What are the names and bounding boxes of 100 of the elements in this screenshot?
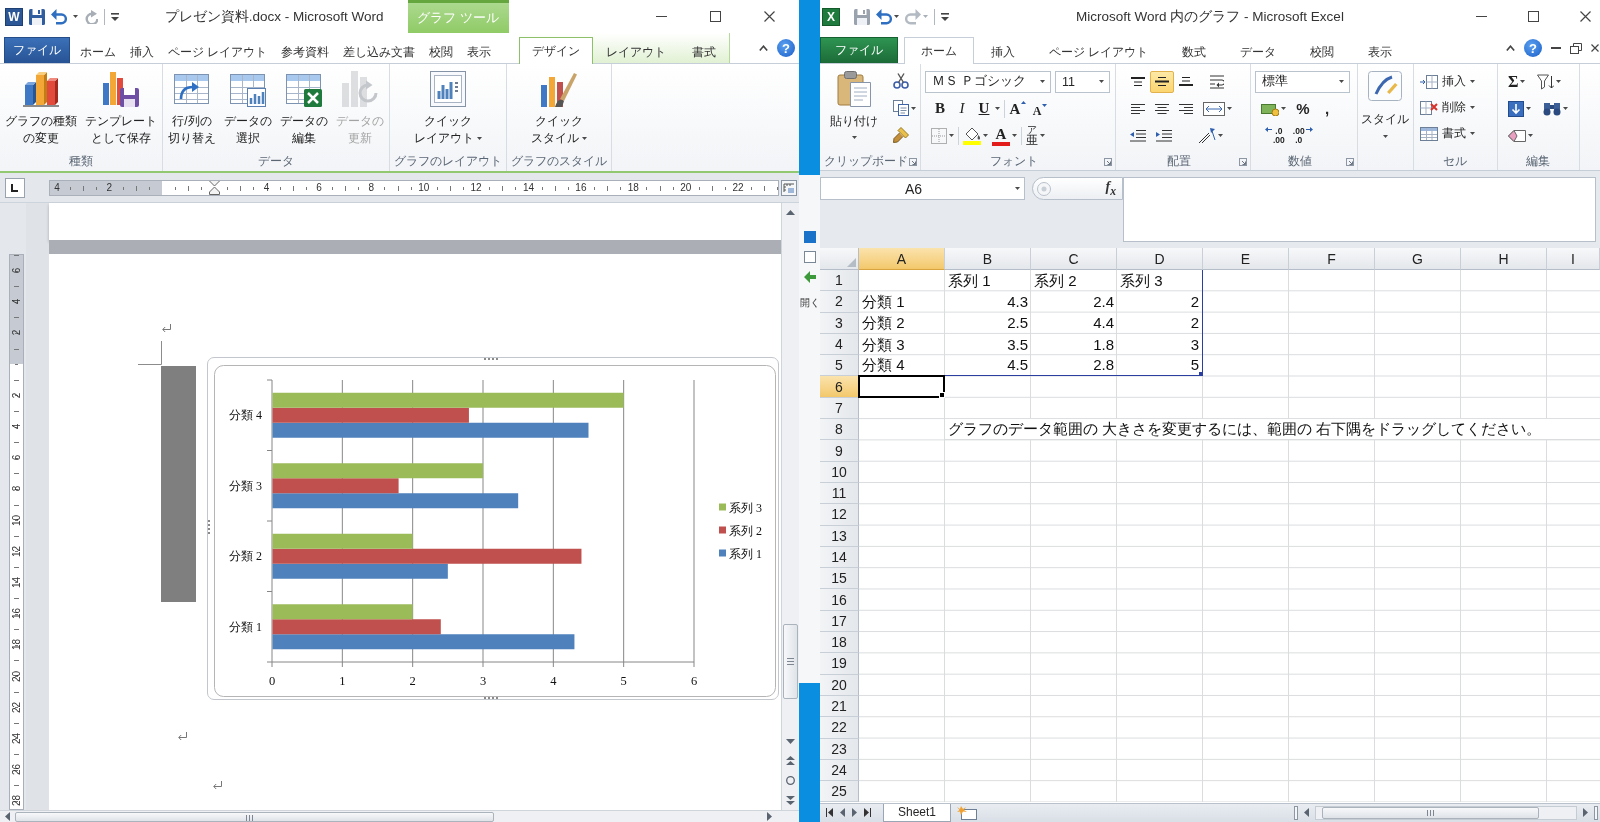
row-header[interactable]: 16	[820, 589, 859, 611]
caret-icon[interactable]	[1470, 80, 1475, 83]
scroll-down-icon[interactable]	[786, 738, 795, 744]
row-header[interactable]: 3	[820, 312, 859, 334]
scissors-icon[interactable]	[893, 73, 909, 89]
ribbon-tab[interactable]: ホーム	[904, 37, 974, 64]
caret-icon[interactable]	[1218, 134, 1223, 137]
insert-function-button[interactable]: f$_{x}$	[1105, 179, 1116, 198]
fill-handle-icon[interactable]	[939, 391, 945, 398]
ribbon-button[interactable]: クイック レイアウト	[411, 71, 485, 147]
underline-button[interactable]: U	[975, 97, 993, 120]
resize-handle-icon[interactable]	[484, 697, 498, 699]
caret-icon[interactable]	[1382, 135, 1388, 138]
row-header[interactable]: 22	[820, 717, 859, 739]
wrap-text-icon[interactable]	[1210, 74, 1224, 89]
ribbon-tab[interactable]: デザイン	[519, 37, 593, 64]
caret-icon[interactable]	[1040, 80, 1045, 83]
scroll-up-icon[interactable]	[786, 209, 795, 215]
text-orientation-icon[interactable]	[1198, 127, 1216, 144]
dialog-launcher-icon[interactable]	[1346, 157, 1354, 166]
grow-font-button[interactable]: A	[1009, 97, 1027, 120]
chart-frame[interactable]: 分類 4 分類 3 分類 2 分類 1 0 1 2 3 4 5 6 系列 3 系列 2 系列 1	[207, 357, 779, 700]
caret-icon[interactable]	[477, 137, 482, 140]
row-header[interactable]: 17	[820, 610, 859, 633]
row-header[interactable]: 13	[820, 525, 859, 547]
horizontal-scrollbar[interactable]	[1315, 805, 1577, 820]
caret-icon[interactable]	[894, 15, 899, 18]
currency-icon[interactable]	[1261, 101, 1279, 116]
scrollbar-thumb[interactable]	[1322, 806, 1539, 819]
font-size-dropdown[interactable]: 11	[1055, 70, 1110, 93]
increase-decimal-button[interactable]: .0 .00	[1265, 126, 1285, 145]
increase-indent-icon[interactable]	[1156, 129, 1172, 142]
split-handle-icon[interactable]	[1594, 805, 1598, 820]
minimize-icon[interactable]	[1476, 15, 1487, 18]
shrink-font-button[interactable]: A	[1031, 97, 1049, 120]
caret-icon[interactable]	[1470, 132, 1475, 135]
row-header[interactable]: 8	[820, 419, 859, 441]
close-icon[interactable]	[1580, 11, 1591, 22]
ribbon-button[interactable]: データの 編集	[277, 71, 331, 147]
row-header[interactable]: 24	[820, 759, 859, 782]
caret-icon[interactable]	[1012, 134, 1017, 137]
row-header[interactable]: 14	[820, 546, 859, 569]
align-center-icon[interactable]	[1155, 103, 1169, 114]
ribbon-button[interactable]: クイック スタイル	[528, 71, 590, 147]
eraser-icon[interactable]	[1508, 129, 1526, 142]
paint-bucket-icon[interactable]	[963, 126, 981, 145]
undo-icon[interactable]	[876, 8, 892, 25]
ribbon-button[interactable]: データの 選択	[221, 71, 275, 147]
caret-icon[interactable]	[582, 137, 587, 140]
column-header[interactable]: H	[1461, 248, 1547, 270]
caret-icon[interactable]	[1227, 107, 1232, 110]
ribbon-tab[interactable]: 数式	[1165, 39, 1224, 64]
column-header[interactable]: A	[859, 248, 945, 270]
maximize-icon[interactable]	[1528, 11, 1539, 22]
ribbon-tab[interactable]: 参考資料	[274, 39, 337, 64]
sum-button[interactable]: Σ	[1508, 72, 1519, 91]
caret-icon[interactable]	[1556, 80, 1562, 83]
view-ruler-icon[interactable]	[781, 179, 797, 196]
row-header[interactable]: 5	[820, 355, 859, 377]
caret-icon[interactable]	[73, 15, 78, 18]
customize-icon[interactable]	[111, 12, 119, 21]
chevron-up-icon[interactable]	[1506, 45, 1515, 51]
row-header[interactable]: 2	[820, 291, 859, 313]
align-right-icon[interactable]	[1179, 103, 1193, 114]
align-left-icon[interactable]	[1131, 103, 1145, 114]
row-header[interactable]: 9	[820, 440, 859, 462]
binoculars-icon[interactable]	[1543, 101, 1561, 116]
ribbon-tab[interactable]: 書式	[679, 39, 729, 64]
italic-button[interactable]: I	[953, 97, 971, 120]
caret-icon[interactable]	[1015, 187, 1020, 190]
row-header[interactable]: 12	[820, 504, 859, 526]
scroll-right-icon[interactable]	[1583, 808, 1588, 818]
ribbon-button[interactable]: グラフの種類 の変更	[2, 71, 80, 147]
sort-filter-icon[interactable]	[1537, 73, 1555, 90]
dialog-launcher-icon[interactable]	[1239, 157, 1247, 166]
comma-button[interactable]: ,	[1320, 100, 1334, 117]
file-tab[interactable]: ファイル	[820, 37, 898, 63]
number-format-dropdown[interactable]: 標準	[1255, 70, 1350, 93]
row-header[interactable]: 4	[820, 333, 859, 356]
row-header[interactable]: 11	[820, 482, 859, 505]
ribbon-tab[interactable]: 挿入	[974, 39, 1032, 64]
ribbon-tab[interactable]: ページ レイアウト	[161, 39, 275, 64]
ribbon-tab[interactable]: 校閲	[1293, 39, 1352, 64]
column-header[interactable]: C	[1031, 248, 1117, 270]
caret-icon[interactable]	[1281, 107, 1286, 110]
restore-icon[interactable]	[1570, 42, 1582, 54]
resize-handle-icon[interactable]	[208, 520, 210, 534]
next-page-icon[interactable]	[786, 795, 795, 805]
merge-center-icon[interactable]	[1203, 101, 1225, 116]
delete-cells-button[interactable]: 削除	[1420, 95, 1493, 120]
row-header[interactable]: 21	[820, 695, 859, 718]
ribbon-tab[interactable]: 表示	[460, 39, 499, 64]
ribbon-tab[interactable]: ページ レイアウト	[1032, 39, 1166, 64]
percent-button[interactable]: %	[1296, 100, 1310, 117]
caret-icon[interactable]	[911, 106, 916, 110]
vertical-align-button[interactable]	[1150, 70, 1174, 93]
caret-icon[interactable]	[851, 136, 857, 139]
copy-icon[interactable]	[893, 100, 909, 116]
caret-icon[interactable]	[1526, 107, 1531, 110]
close-icon[interactable]	[764, 11, 775, 22]
